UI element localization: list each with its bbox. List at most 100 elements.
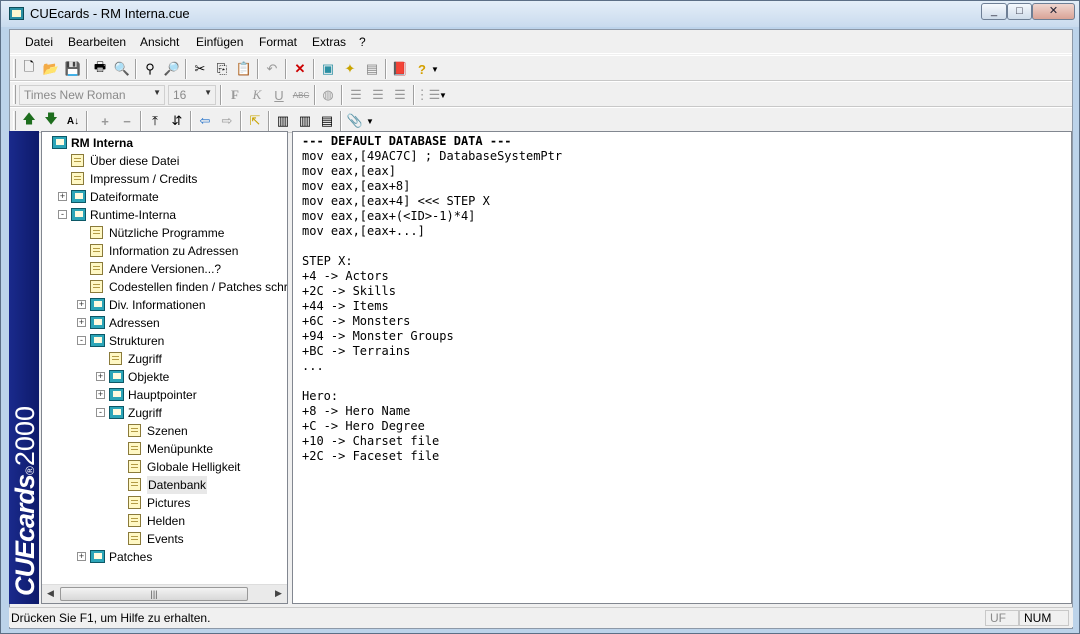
expand-node-icon[interactable]: +: [77, 300, 86, 309]
chevron-down-icon[interactable]: ▼: [430, 59, 440, 79]
expand-node-icon[interactable]: +: [77, 552, 86, 561]
expand-node-icon[interactable]: +: [58, 192, 67, 201]
code-line: mov eax,[49AC7C] ; DatabaseSystemPtr: [302, 149, 563, 163]
sort-icon[interactable]: A↓: [63, 111, 83, 131]
separator: [257, 59, 259, 79]
menu-datei[interactable]: Datei: [25, 35, 53, 49]
underline-icon[interactable]: U: [269, 85, 289, 105]
cut-icon[interactable]: ✂: [190, 59, 210, 79]
maximize-button[interactable]: □: [1007, 3, 1032, 20]
code-line: mov eax,[eax+(<ID>-1)*4]: [302, 209, 476, 223]
code-line: +8 -> Hero Name: [302, 404, 411, 418]
move-top-icon[interactable]: ⤒: [145, 111, 165, 131]
menu-help[interactable]: ?: [359, 35, 366, 49]
menu-ansicht[interactable]: Ansicht: [140, 35, 179, 49]
view-three-icon[interactable]: ▤: [317, 111, 337, 131]
help-icon[interactable]: ?: [412, 59, 432, 79]
save-icon[interactable]: 💾: [63, 59, 83, 79]
bold-icon[interactable]: F: [225, 85, 245, 105]
tree-node-label: Events: [147, 532, 184, 546]
align-left-icon[interactable]: ☰: [346, 85, 366, 105]
open-folder-icon[interactable]: 📂: [41, 59, 61, 79]
collapse-icon[interactable]: −: [117, 111, 137, 131]
paste-icon[interactable]: 📋: [234, 59, 254, 79]
book-icon: [90, 334, 105, 347]
editor-pane[interactable]: --- DEFAULT DATABASE DATA --- mov eax,[49…: [292, 131, 1072, 604]
scroll-right-icon[interactable]: ▶: [275, 588, 282, 599]
code-line: +94 -> Monster Groups: [302, 329, 454, 343]
new-note-icon[interactable]: ✦: [340, 59, 360, 79]
cuecards-app-icon[interactable]: [9, 7, 24, 20]
view-two-icon[interactable]: ▥: [295, 111, 315, 131]
menu-bearbeiten[interactable]: Bearbeiten: [68, 35, 126, 49]
move-bottom-icon[interactable]: ⇵: [167, 111, 187, 131]
view-one-icon[interactable]: ▥: [273, 111, 293, 131]
menu-einfuegen[interactable]: Einfügen: [196, 35, 243, 49]
code-text[interactable]: --- DEFAULT DATABASE DATA --- mov eax,[49…: [302, 134, 562, 464]
menu-extras[interactable]: Extras: [312, 35, 346, 49]
tree-node-label: Impressum / Credits: [90, 172, 198, 186]
back-arrow-icon[interactable]: ⇦: [195, 111, 215, 131]
bullet-list-icon[interactable]: ⋮☰: [416, 85, 441, 105]
brand-logo: CUEcards®2000: [10, 406, 39, 596]
menu-format[interactable]: Format: [259, 35, 297, 49]
chevron-down-icon[interactable]: ▼: [438, 85, 448, 105]
separator: [268, 111, 270, 131]
chevron-down-icon[interactable]: ▼: [365, 111, 375, 131]
strikethrough-icon[interactable]: ABC: [291, 85, 311, 105]
expand-node-icon[interactable]: +: [96, 372, 105, 381]
delete-icon[interactable]: ✕: [290, 59, 310, 79]
page-icon: [128, 532, 141, 545]
minimize-button[interactable]: _: [981, 3, 1007, 20]
separator: [240, 111, 242, 131]
tree-node-label: RM Interna: [71, 136, 134, 150]
book-icon: [90, 298, 105, 311]
tree-node-label: Adressen: [109, 316, 160, 330]
new-file-icon[interactable]: 🗋: [19, 59, 39, 79]
attachment-icon[interactable]: 📎: [345, 111, 365, 131]
close-button[interactable]: ✕: [1032, 3, 1075, 20]
collapse-node-icon[interactable]: -: [58, 210, 67, 219]
code-line: mov eax,[eax+8]: [302, 179, 411, 193]
collapse-node-icon[interactable]: -: [77, 336, 86, 345]
toolbar-grip[interactable]: [13, 59, 16, 78]
expand-icon[interactable]: +: [95, 111, 115, 131]
undo-icon[interactable]: ↶: [262, 59, 282, 79]
code-line: +2C -> Skills: [302, 284, 396, 298]
expand-node-icon[interactable]: +: [77, 318, 86, 327]
book-icon[interactable]: 📕: [390, 59, 410, 79]
tree-view[interactable]: RM Interna Über diese Datei Impressum / Cr…: [41, 131, 288, 604]
toolbar-grip[interactable]: [13, 85, 16, 104]
search-icon[interactable]: 🔎: [162, 59, 182, 79]
page-icon: [128, 478, 141, 491]
color-icon[interactable]: ◍: [318, 85, 338, 105]
scrollbar-thumb[interactable]: |||: [60, 587, 248, 601]
print-icon[interactable]: 🖶: [90, 59, 110, 79]
font-select[interactable]: Times New Roman ▼: [19, 85, 165, 105]
size-select[interactable]: 16 ▼: [168, 85, 216, 105]
scroll-left-icon[interactable]: ◀: [47, 588, 54, 599]
horizontal-scrollbar[interactable]: ◀ ||| ▶: [42, 584, 287, 603]
print-preview-icon[interactable]: 🔍: [112, 59, 132, 79]
expand-node-icon[interactable]: +: [96, 390, 105, 399]
italic-icon[interactable]: K: [247, 85, 267, 105]
tree-node-label: Patches: [109, 550, 153, 564]
collapse-node-icon[interactable]: -: [96, 408, 105, 417]
arrow-up-icon[interactable]: 🡅: [19, 111, 39, 131]
parent-folder-icon[interactable]: ⇱: [245, 111, 265, 131]
tree-node-label: Pictures: [147, 496, 191, 510]
status-bar: Drücken Sie F1, um Hilfe zu erhalten. UF…: [9, 607, 1073, 627]
align-center-icon[interactable]: ☰: [368, 85, 388, 105]
tree-node-label: Hauptpointer: [128, 388, 197, 402]
toolbar-grip[interactable]: [13, 111, 16, 130]
code-line: ...: [302, 359, 324, 373]
copy-icon[interactable]: ⎘: [212, 59, 232, 79]
align-right-icon[interactable]: ☰: [390, 85, 410, 105]
title-bar[interactable]: CUEcards - RM Interna.cue _ □ ✕: [1, 1, 1079, 27]
arrow-down-icon[interactable]: 🡇: [41, 111, 61, 131]
forward-arrow-icon[interactable]: ⇨: [217, 111, 237, 131]
find-icon[interactable]: ⚲: [140, 59, 160, 79]
properties-icon[interactable]: ▤: [362, 59, 382, 79]
new-card-icon[interactable]: ▣: [318, 59, 338, 79]
